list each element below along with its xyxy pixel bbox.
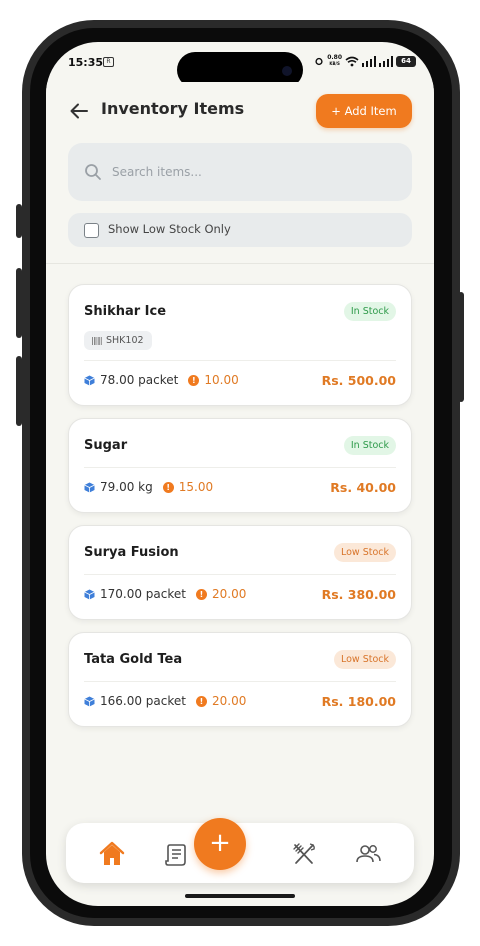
- alert-icon: !: [162, 481, 174, 493]
- alarm-icon: [315, 57, 323, 66]
- receipt-icon[interactable]: [162, 840, 190, 868]
- camera-icon: [282, 66, 292, 76]
- search-box[interactable]: [68, 143, 412, 201]
- barcode-icon: [92, 336, 102, 345]
- item-card[interactable]: Shikhar Ice In Stock SHK102 78.00 packet…: [68, 284, 412, 406]
- divider: [84, 360, 396, 361]
- mute-switch: [16, 204, 22, 238]
- reorder-level: 10.00: [204, 373, 239, 387]
- divider: [84, 467, 396, 468]
- search-input[interactable]: [112, 162, 392, 182]
- item-card[interactable]: Sugar In Stock 79.00 kg ! 15.00 Rs. 40.0…: [68, 418, 412, 513]
- status-badge: In Stock: [343, 435, 396, 455]
- item-name: Tata Gold Tea: [84, 651, 183, 667]
- net-speed-value: 0.80: [327, 54, 342, 61]
- item-card[interactable]: Surya Fusion Low Stock 170.00 packet ! 2…: [68, 525, 412, 620]
- item-quantity: 170.00 packet: [100, 587, 186, 601]
- home-indicator: [185, 894, 295, 898]
- low-stock-label: Show Low Stock Only: [108, 222, 231, 236]
- item-name: Surya Fusion: [84, 544, 179, 560]
- box-icon: [84, 482, 95, 492]
- item-price: Rs. 380.00: [321, 586, 396, 602]
- add-item-button[interactable]: + Add Item: [316, 94, 412, 128]
- status-icons: 0.80 KB/S 64: [314, 55, 416, 67]
- box-icon: [84, 696, 95, 706]
- box-icon: [84, 375, 95, 385]
- sku-code: SHK102: [106, 335, 144, 346]
- screen: 15:35 R 0.80 KB/S 64 Inventory Items + A…: [46, 42, 434, 906]
- status-bar: 15:35 R 0.80 KB/S 64: [46, 42, 434, 88]
- home-icon[interactable]: [98, 840, 126, 868]
- plus-icon: +: [209, 828, 231, 858]
- add-fab-button[interactable]: +: [194, 818, 246, 870]
- power-button: [458, 292, 464, 402]
- battery-icon: 64: [396, 55, 416, 67]
- low-stock-checkbox[interactable]: [84, 223, 99, 238]
- users-icon[interactable]: [354, 840, 382, 868]
- reorder-level: 20.00: [211, 694, 247, 708]
- page-title: Inventory Items: [101, 99, 245, 118]
- signal-icon-2: [379, 55, 393, 67]
- back-arrow-icon[interactable]: [68, 100, 90, 122]
- alert-icon: !: [195, 588, 207, 600]
- item-name: Shikhar Ice: [84, 303, 167, 319]
- item-price: Rs. 180.00: [321, 693, 396, 709]
- header: Inventory Items + Add Item Show Low Stoc…: [46, 82, 434, 264]
- item-quantity: 78.00 packet: [100, 373, 179, 387]
- sim-icon: R: [103, 57, 114, 67]
- box-icon: [84, 589, 95, 599]
- reorder-level: 15.00: [178, 480, 214, 494]
- alert-icon: !: [195, 695, 207, 707]
- items-list: Shikhar Ice In Stock SHK102 78.00 packet…: [46, 284, 434, 739]
- status-badge: In Stock: [343, 301, 396, 321]
- wifi-icon: [345, 56, 359, 66]
- divider: [84, 574, 396, 575]
- low-stock-filter[interactable]: Show Low Stock Only: [68, 213, 412, 247]
- item-price: Rs. 40.00: [330, 479, 396, 495]
- volume-up-button: [16, 268, 22, 338]
- volume-down-button: [16, 356, 22, 426]
- status-badge: Low Stock: [333, 649, 396, 669]
- item-card[interactable]: Tata Gold Tea Low Stock 166.00 packet ! …: [68, 632, 412, 727]
- item-quantity: 166.00 packet: [100, 694, 186, 708]
- status-time: 15:35: [68, 56, 104, 69]
- sku-chip: SHK102: [84, 331, 152, 350]
- signal-icon: [362, 55, 376, 67]
- dining-icon[interactable]: [290, 840, 318, 868]
- search-icon: [85, 164, 101, 180]
- net-speed: 0.80 KB/S: [327, 55, 342, 67]
- alert-icon: !: [188, 374, 200, 386]
- net-speed-unit: KB/S: [329, 61, 340, 66]
- item-name: Sugar: [84, 437, 128, 453]
- status-badge: Low Stock: [333, 542, 396, 562]
- divider: [84, 681, 396, 682]
- item-quantity: 79.00 kg: [100, 480, 153, 494]
- item-price: Rs. 500.00: [321, 372, 396, 388]
- reorder-level: 20.00: [211, 587, 247, 601]
